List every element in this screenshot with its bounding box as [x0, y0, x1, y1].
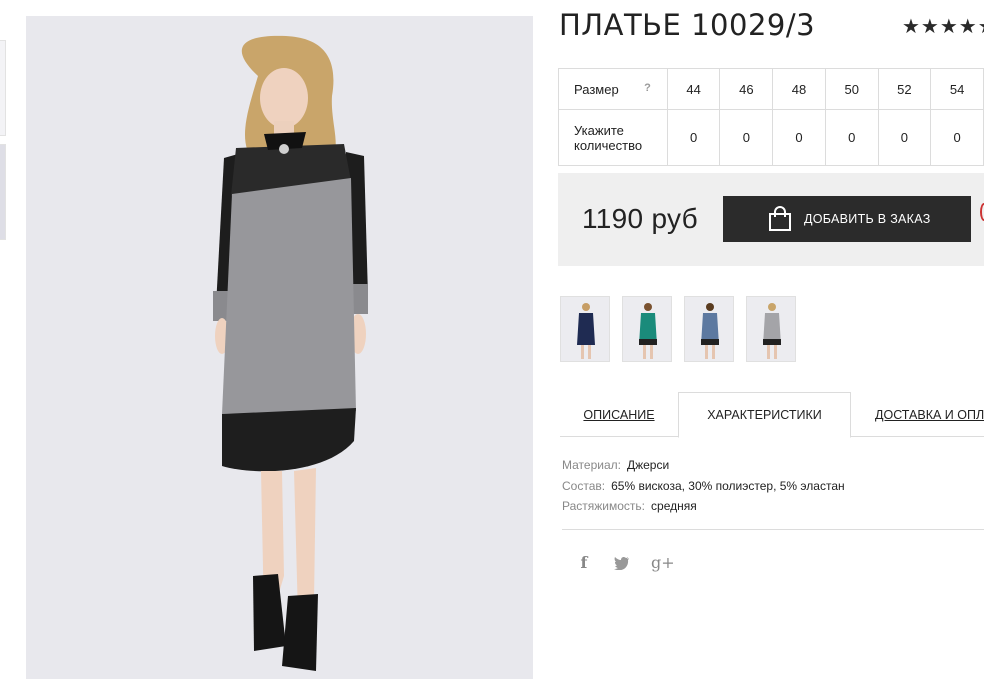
color-variants	[560, 296, 796, 362]
size-label-cell: Размер ?	[558, 68, 668, 110]
size-label: Размер	[574, 81, 619, 97]
quantity-input[interactable]: 0	[719, 109, 774, 166]
tab-delivery[interactable]: ДОСТАВКА И ОПЛА	[851, 392, 984, 437]
product-tabs: ОПИСАНИЕ ХАРАКТЕРИСТИКИ ДОСТАВКА И ОПЛА	[560, 392, 984, 438]
social-share: f g+	[575, 553, 675, 572]
quantity-input[interactable]: 0	[824, 109, 879, 166]
product-title: ПЛАТЬЕ 10029/3	[559, 8, 816, 42]
characteristic-row: Материал: Джерси	[562, 455, 845, 476]
gallery-thumbnail-strip	[0, 40, 6, 248]
tab-description[interactable]: ОПИСАНИЕ	[560, 392, 678, 437]
size-option: 46	[719, 68, 774, 110]
characteristic-row: Состав: 65% вискоза, 30% полиэстер, 5% эл…	[562, 476, 845, 497]
rating-stars[interactable]: ★★★★★	[902, 14, 984, 39]
dress-model-image	[26, 16, 533, 679]
twitter-icon[interactable]	[613, 556, 631, 570]
google-plus-icon[interactable]: g+	[651, 553, 675, 572]
characteristics-list: Материал: Джерси Состав: 65% вискоза, 30% …	[562, 455, 845, 517]
characteristic-value: средняя	[651, 499, 697, 513]
gallery-thumbnail[interactable]	[0, 144, 6, 240]
quantity-input[interactable]: 0	[772, 109, 826, 166]
variant-thumbnail-blue-grey[interactable]	[684, 296, 734, 362]
quantity-input[interactable]: 0	[877, 109, 932, 166]
characteristic-key: Материал:	[562, 458, 621, 472]
tab-label: ОПИСАНИЕ	[583, 407, 655, 422]
variant-thumbnail-navy[interactable]	[560, 296, 610, 362]
size-option: 44	[666, 68, 721, 110]
shopping-bag-icon	[769, 206, 791, 231]
variant-image	[685, 297, 733, 361]
divider	[562, 529, 984, 530]
characteristic-key: Состав:	[562, 478, 606, 493]
product-price: 1190 руб	[582, 203, 698, 234]
characteristic-key: Растяжимость:	[562, 499, 646, 513]
main-product-photo[interactable]	[26, 16, 533, 679]
size-option: 50	[824, 68, 879, 110]
tab-characteristics[interactable]: ХАРАКТЕРИСТИКИ	[678, 392, 851, 438]
characteristic-row: Растяжимость: средняя	[562, 496, 845, 517]
quantity-row: Укажите количество 0 0 0 0 0 0	[558, 109, 984, 166]
add-to-order-button[interactable]: ДОБАВИТЬ В ЗАКАЗ	[723, 196, 971, 242]
size-option: 52	[877, 68, 932, 110]
facebook-icon[interactable]: f	[575, 553, 593, 572]
tab-label: ХАРАКТЕРИСТИКИ	[707, 408, 822, 422]
variant-image	[747, 297, 795, 361]
favorite-icon[interactable]	[980, 203, 984, 221]
size-help-icon[interactable]: ?	[644, 82, 651, 94]
size-row: Размер ? 44 46 48 50 52 54	[558, 68, 984, 110]
size-option: 54	[930, 68, 984, 110]
gallery-thumbnail[interactable]	[0, 40, 6, 136]
quantity-input[interactable]: 0	[930, 109, 984, 166]
variant-thumbnail-grey[interactable]	[746, 296, 796, 362]
variant-image	[623, 297, 671, 361]
variant-image	[561, 297, 609, 361]
characteristic-value: 65% вискоза, 30% полиэстер, 5% эластан	[611, 478, 845, 493]
size-option: 48	[772, 68, 826, 110]
quantity-input[interactable]: 0	[666, 109, 721, 166]
variant-thumbnail-teal[interactable]	[622, 296, 672, 362]
size-quantity-table: Размер ? 44 46 48 50 52 54 Укажите колич…	[558, 68, 984, 166]
add-to-order-label: ДОБАВИТЬ В ЗАКАЗ	[804, 212, 931, 226]
characteristic-value: Джерси	[626, 458, 670, 472]
tab-label: ДОСТАВКА И ОПЛА	[875, 407, 984, 422]
price-block: 1190 руб ДОБАВИТЬ В ЗАКАЗ	[558, 173, 984, 266]
quantity-label: Укажите количество	[558, 109, 668, 166]
